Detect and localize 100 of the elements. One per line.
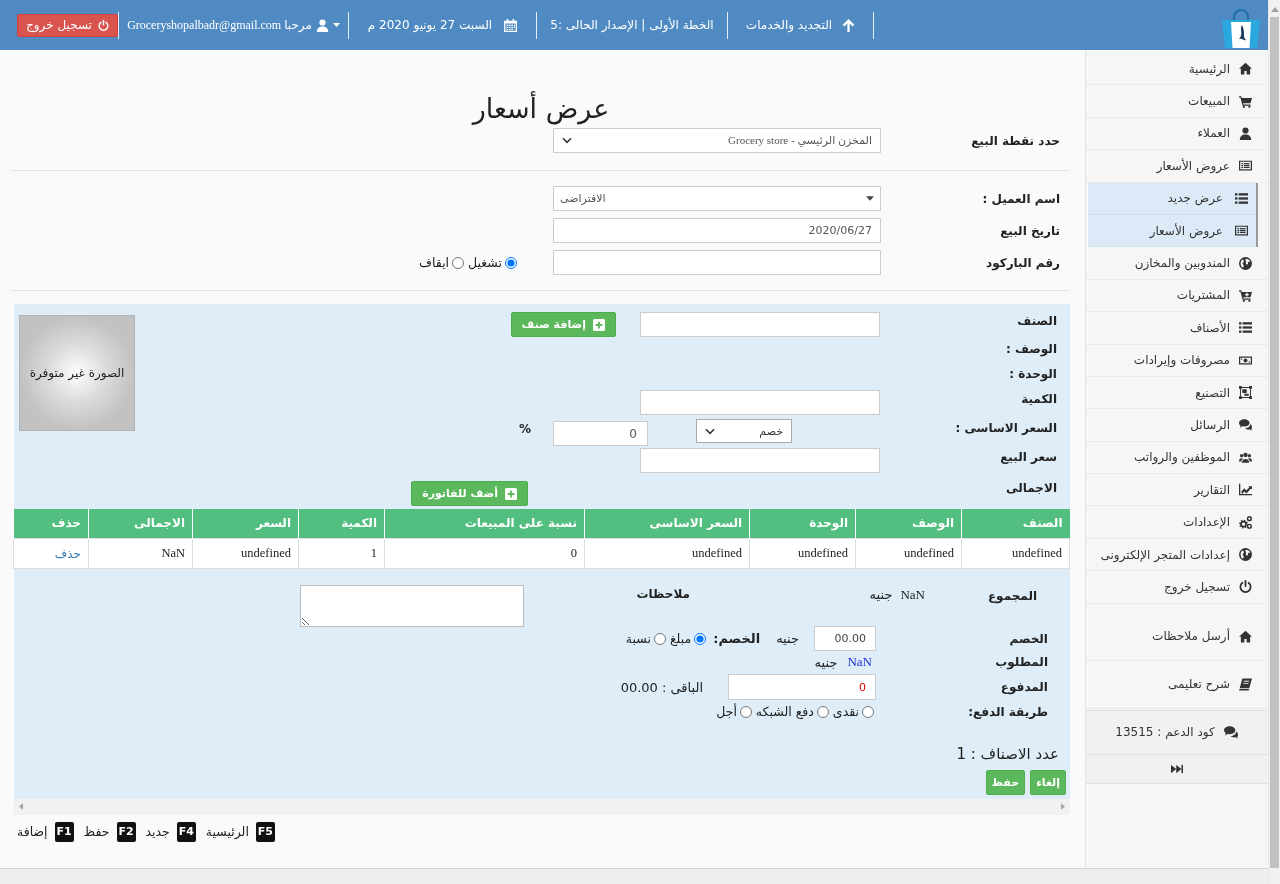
- shortcut-key: F4: [176, 821, 196, 842]
- table-cell: 1: [298, 538, 385, 568]
- home-icon: [1239, 62, 1252, 76]
- sidebar-item[interactable]: إعدادات المتجر الإلكترونى: [1086, 538, 1268, 572]
- text-field[interactable]: [640, 312, 880, 337]
- table-cell: undefined: [192, 538, 299, 568]
- sidebar-item[interactable]: عروض الأسعار: [1088, 214, 1256, 248]
- users-icon: [1239, 450, 1252, 464]
- cart-plus-icon: [1239, 288, 1252, 302]
- column-header: الوصف: [855, 509, 962, 538]
- text-field[interactable]: [640, 390, 880, 415]
- table-cell: undefined: [584, 538, 750, 568]
- dropdown-field[interactable]: خصم: [696, 419, 792, 443]
- scrollbar-thumb[interactable]: [1270, 17, 1279, 868]
- column-header: السعر الاساسى: [584, 509, 750, 538]
- option-label: ايقاف: [419, 255, 450, 270]
- user-icon: [1239, 126, 1252, 140]
- option-label: دفع الشبكه: [755, 704, 814, 719]
- point-of-sale-dropdown[interactable]: المخزن الرئيسي - Grocery store: [553, 128, 881, 153]
- field-label: الكمية: [1021, 391, 1057, 408]
- book-icon: [1239, 677, 1252, 691]
- home-icon: [1239, 629, 1252, 643]
- shortcut-label: جديد: [145, 824, 170, 839]
- column-header: الصنف: [961, 509, 1070, 538]
- discount-type-label: الخصم:: [713, 629, 761, 648]
- table-cell: NaN: [88, 538, 193, 568]
- column-header: الاجمالى: [88, 509, 193, 538]
- radio-button[interactable]: [653, 632, 666, 645]
- notes-field[interactable]: [300, 584, 524, 627]
- text-field[interactable]: [640, 448, 880, 473]
- user-menu[interactable]: مرحبا Groceryshopalbadr@gmail.com: [127, 17, 340, 33]
- chat-bubbles-icon: [1239, 418, 1252, 432]
- radio-button[interactable]: [816, 705, 829, 718]
- dropdown-field[interactable]: الافتراضى: [553, 186, 881, 211]
- field-label: الوحدة :: [1009, 366, 1057, 383]
- text-field[interactable]: 2020/06/27: [553, 218, 881, 243]
- scroll-up-arrow-icon[interactable]: [1270, 7, 1279, 12]
- column-header: الكمية: [298, 509, 385, 538]
- currency-text: جنيه: [814, 654, 838, 670]
- option-label: أجل: [716, 704, 737, 719]
- field-label: المجموع: [987, 587, 1037, 605]
- option-label: نسبة: [625, 631, 651, 646]
- table-cell: undefined: [961, 538, 1070, 568]
- vertical-scrollbar[interactable]: [1268, 0, 1280, 884]
- skip-forward-icon[interactable]: [1170, 762, 1184, 775]
- currency-text: جنيه: [776, 631, 799, 646]
- plus-square-icon: [593, 318, 605, 331]
- globe-icon: [1239, 256, 1252, 270]
- plus-square-icon: [505, 487, 517, 500]
- text-field[interactable]: 0: [553, 421, 648, 446]
- column-header: نسبة على المبيعات: [384, 509, 585, 538]
- scroll-left-arrow-icon[interactable]: [19, 803, 23, 810]
- column-header: حذف: [13, 509, 89, 538]
- shortcut-key: F2: [116, 821, 136, 842]
- item-count-text: عدد الاصناف : 1: [956, 743, 1059, 764]
- field-label: حدد نقطة البيع: [971, 132, 1060, 150]
- field-label: سعر البيع: [1000, 449, 1057, 466]
- radio-button[interactable]: [739, 705, 752, 718]
- support-code-text: كود الدعم : 13515: [1115, 725, 1215, 740]
- power-icon: [97, 19, 109, 31]
- globe-icon: [1239, 548, 1252, 562]
- field-label: الوصف :: [1006, 341, 1057, 358]
- option-label: مبلغ: [669, 631, 692, 646]
- option-label: نقدى: [832, 704, 859, 719]
- field-label: اسم العميل :: [982, 190, 1060, 208]
- radio-button[interactable]: [862, 705, 874, 718]
- shortcut-key: F5: [255, 821, 275, 842]
- discount-field[interactable]: 00.00: [814, 626, 876, 651]
- table-icon: [1239, 159, 1252, 173]
- remaining-text: الباقى : 00.00: [620, 679, 703, 695]
- date-text: السبت 27 يونيو 2020 م: [367, 18, 493, 32]
- logout-button[interactable]: تسجيل خروج: [17, 13, 118, 37]
- amount-text: NaN: [900, 586, 925, 603]
- paid-field[interactable]: 0: [728, 674, 876, 700]
- text-field[interactable]: [553, 250, 881, 275]
- sidebar-item[interactable]: عرض جديد: [1088, 182, 1256, 215]
- shortcut-key: F1: [54, 821, 74, 842]
- field-label: طريقة الدفع:: [968, 703, 1048, 721]
- shortcut-label: حفظ: [83, 824, 110, 839]
- field-label: المدفوع: [1000, 679, 1048, 696]
- list-icon: [1235, 191, 1248, 205]
- cart-icon: [1239, 94, 1252, 108]
- table-cell: undefined: [855, 538, 962, 568]
- shopping-bag-icon: [1220, 8, 1262, 48]
- plan-version-text: الخطة الأولى | الإصدار الحالى :5: [550, 18, 714, 32]
- radio-button[interactable]: [452, 256, 465, 269]
- field-label: تاريخ البيع: [1000, 222, 1060, 240]
- radio-button[interactable]: [694, 632, 707, 645]
- table-cell: 0: [384, 538, 585, 568]
- delete-link[interactable]: حذف: [54, 546, 81, 561]
- placeholder-text: الصورة غير متوفرة: [29, 366, 125, 380]
- caret-down-icon: [332, 23, 340, 27]
- renewal-link[interactable]: التجديد والخدمات: [745, 18, 856, 32]
- shortcut-label: إضافة: [17, 824, 48, 839]
- power-icon: [1239, 580, 1252, 594]
- radio-button[interactable]: [505, 256, 517, 269]
- sidebar-item[interactable]: المندوبين والمخازن: [1086, 247, 1268, 280]
- scroll-right-arrow-icon[interactable]: [1061, 803, 1065, 810]
- field-label: الصنف: [1017, 313, 1057, 330]
- chat-bubbles-icon: [1222, 725, 1239, 740]
